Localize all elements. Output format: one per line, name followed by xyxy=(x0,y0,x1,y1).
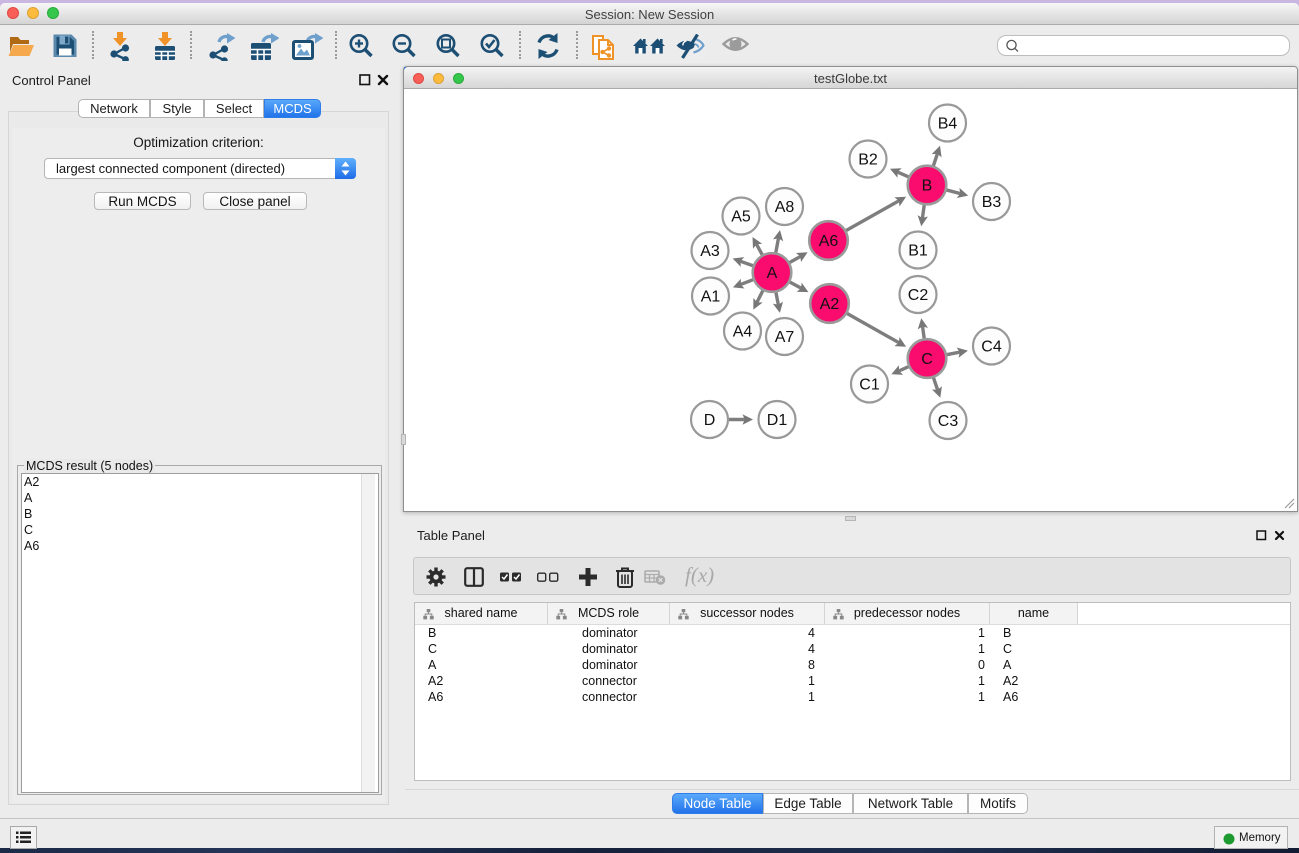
svg-text:B3: B3 xyxy=(982,194,1002,211)
svg-text:A1: A1 xyxy=(701,289,721,306)
svg-text:C1: C1 xyxy=(859,377,880,394)
svg-text:C3: C3 xyxy=(938,413,959,430)
svg-text:D: D xyxy=(704,412,716,429)
svg-text:B4: B4 xyxy=(938,116,958,133)
svg-text:A: A xyxy=(767,265,778,282)
svg-text:B2: B2 xyxy=(858,152,878,169)
svg-text:C: C xyxy=(921,351,933,368)
svg-text:A4: A4 xyxy=(733,324,753,341)
svg-text:A5: A5 xyxy=(731,209,751,226)
svg-text:C2: C2 xyxy=(908,287,929,304)
svg-text:A2: A2 xyxy=(820,296,840,313)
svg-text:A3: A3 xyxy=(700,243,720,260)
svg-text:A6: A6 xyxy=(819,233,839,250)
svg-text:A8: A8 xyxy=(775,199,795,216)
svg-text:B: B xyxy=(922,178,933,195)
svg-text:A7: A7 xyxy=(775,329,795,346)
svg-text:D1: D1 xyxy=(767,412,788,429)
svg-text:C4: C4 xyxy=(981,339,1002,356)
svg-text:B1: B1 xyxy=(908,243,928,260)
